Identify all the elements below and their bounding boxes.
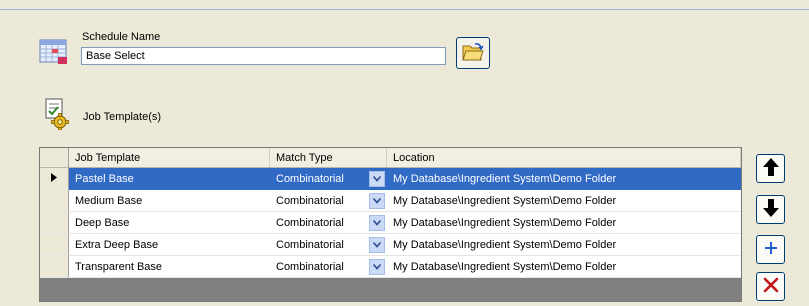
browse-button[interactable]: [456, 37, 490, 69]
plus-icon: [764, 241, 778, 258]
folder-open-icon: [461, 41, 485, 66]
job-template-grid: Job Template Match Type Location Pastel …: [39, 147, 742, 302]
match-type-dropdown[interactable]: [369, 259, 385, 275]
grid-header: Job Template Match Type Location: [40, 148, 741, 168]
schedule-name-input[interactable]: [81, 47, 446, 65]
chevron-down-icon: [372, 173, 382, 185]
match-type-value: Combinatorial: [276, 217, 344, 229]
row-header[interactable]: [40, 190, 69, 212]
column-header-job-template[interactable]: Job Template: [69, 148, 270, 167]
job-gear-icon: [43, 98, 73, 131]
job-template-cell[interactable]: Transparent Base: [69, 256, 270, 278]
row-header[interactable]: [40, 234, 69, 256]
chevron-down-icon: [372, 239, 382, 251]
add-button[interactable]: [756, 235, 785, 264]
match-type-value: Combinatorial: [276, 195, 344, 207]
match-type-dropdown[interactable]: [369, 215, 385, 231]
match-type-cell[interactable]: Combinatorial: [270, 256, 387, 278]
match-type-value: Combinatorial: [276, 261, 344, 273]
arrow-up-icon: [762, 157, 780, 180]
top-divider: [0, 9, 809, 10]
chevron-down-icon: [372, 195, 382, 207]
match-type-value: Combinatorial: [276, 239, 344, 251]
match-type-cell[interactable]: Combinatorial: [270, 190, 387, 212]
job-template-cell[interactable]: Medium Base: [69, 190, 270, 212]
move-down-button[interactable]: [756, 195, 785, 224]
location-cell[interactable]: My Database\Ingredient System\Demo Folde…: [387, 234, 741, 256]
match-type-dropdown[interactable]: [369, 171, 385, 187]
row-header[interactable]: [40, 168, 69, 190]
job-template-cell[interactable]: Deep Base: [69, 212, 270, 234]
column-header-location[interactable]: Location: [387, 148, 741, 167]
match-type-value: Combinatorial: [276, 173, 344, 185]
location-cell[interactable]: My Database\Ingredient System\Demo Folde…: [387, 190, 741, 212]
table-row[interactable]: Deep Base Combinatorial My Database\Ingr…: [40, 212, 741, 234]
location-cell[interactable]: My Database\Ingredient System\Demo Folde…: [387, 212, 741, 234]
location-cell[interactable]: My Database\Ingredient System\Demo Folde…: [387, 168, 741, 190]
job-template-cell[interactable]: Extra Deep Base: [69, 234, 270, 256]
match-type-dropdown[interactable]: [369, 193, 385, 209]
row-header[interactable]: [40, 256, 69, 278]
arrow-down-icon: [762, 198, 780, 221]
table-row[interactable]: Transparent Base Combinatorial My Databa…: [40, 256, 741, 278]
match-type-cell[interactable]: Combinatorial: [270, 234, 387, 256]
table-row[interactable]: Extra Deep Base Combinatorial My Databas…: [40, 234, 741, 256]
move-up-button[interactable]: [756, 154, 785, 183]
delete-x-icon: [763, 277, 779, 296]
chevron-down-icon: [372, 217, 382, 229]
table-row[interactable]: Medium Base Combinatorial My Database\In…: [40, 190, 741, 212]
row-header-corner: [40, 148, 69, 167]
calendar-icon: [39, 37, 69, 65]
location-cell[interactable]: My Database\Ingredient System\Demo Folde…: [387, 256, 741, 278]
row-header[interactable]: [40, 212, 69, 234]
column-header-match-type[interactable]: Match Type: [270, 148, 387, 167]
match-type-cell[interactable]: Combinatorial: [270, 212, 387, 234]
job-template-cell[interactable]: Pastel Base: [69, 168, 270, 190]
delete-button[interactable]: [756, 272, 785, 301]
row-pointer-icon: [51, 172, 57, 185]
match-type-dropdown[interactable]: [369, 237, 385, 253]
chevron-down-icon: [372, 261, 382, 273]
table-row[interactable]: Pastel Base Combinatorial My Database\In…: [40, 168, 741, 190]
job-templates-label: Job Template(s): [83, 111, 162, 123]
schedule-name-label: Schedule Name: [82, 31, 161, 43]
match-type-cell[interactable]: Combinatorial: [270, 168, 387, 190]
